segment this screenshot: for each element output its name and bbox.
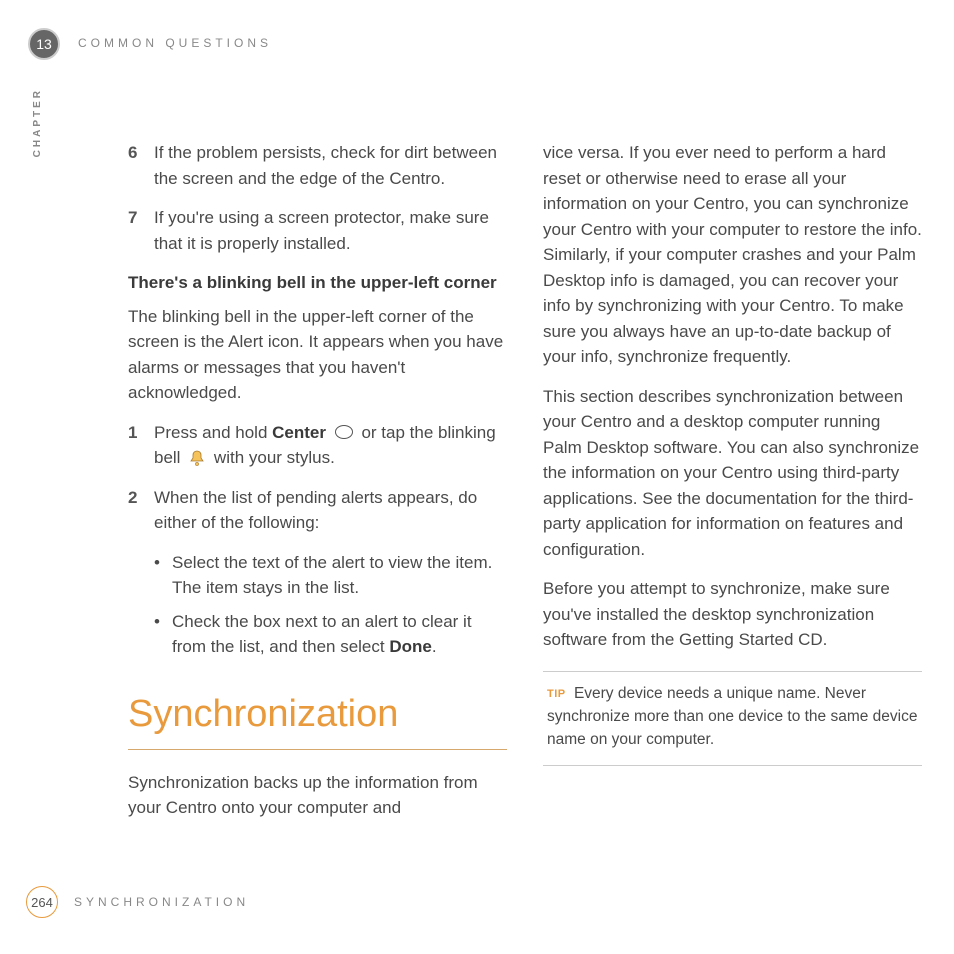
- tip-label: TIP: [547, 688, 566, 700]
- step-number: 2: [128, 485, 154, 536]
- tip-text: Every device needs a unique name. Never …: [547, 685, 918, 749]
- numbered-step-2: 2 When the list of pending alerts appear…: [128, 485, 507, 536]
- subheading-blinking-bell: There's a blinking bell in the upper-lef…: [128, 270, 507, 296]
- step-text: If you're using a screen protector, make…: [154, 205, 507, 256]
- text-fragment: Press and hold: [154, 423, 272, 442]
- paragraph: Synchronization backs up the information…: [128, 770, 507, 821]
- paragraph: vice versa. If you ever need to perform …: [543, 140, 922, 370]
- header-chapter-title: COMMON QUESTIONS: [78, 36, 272, 50]
- bold-done: Done: [389, 637, 432, 656]
- chapter-number-badge: 13: [28, 28, 60, 60]
- step-text: Press and hold Center or tap the blinkin…: [154, 420, 507, 471]
- page-number: 264: [31, 895, 53, 910]
- text-fragment: with your stylus.: [209, 448, 335, 467]
- page-footer: 264 SYNCHRONIZATION: [26, 886, 249, 918]
- footer-section-label: SYNCHRONIZATION: [74, 895, 249, 909]
- numbered-step-6: 6 If the problem persists, check for dir…: [128, 140, 507, 191]
- bullet-item: • Check the box next to an alert to clea…: [154, 609, 507, 660]
- section-title-synchronization: Synchronization: [128, 686, 507, 743]
- bullet-dot: •: [154, 550, 172, 601]
- step-number: 7: [128, 205, 154, 256]
- bullet-list: • Select the text of the alert to view t…: [154, 550, 507, 660]
- bullet-text: Check the box next to an alert to clear …: [172, 609, 507, 660]
- page-content: 6 If the problem persists, check for dir…: [128, 140, 922, 850]
- section-rule: [128, 749, 507, 750]
- tip-callout: TIP Every device needs a unique name. Ne…: [543, 671, 922, 767]
- paragraph: This section describes synchronization b…: [543, 384, 922, 563]
- text-fragment: .: [432, 637, 437, 656]
- page-number-badge: 264: [26, 886, 58, 918]
- center-button-icon: [335, 425, 353, 439]
- step-text: When the list of pending alerts appears,…: [154, 485, 507, 536]
- numbered-step-7: 7 If you're using a screen protector, ma…: [128, 205, 507, 256]
- side-chapter-label: CHAPTER: [32, 88, 43, 157]
- bold-center: Center: [272, 423, 326, 442]
- bullet-dot: •: [154, 609, 172, 660]
- paragraph: Before you attempt to synchronize, make …: [543, 576, 922, 653]
- section-header-block: Synchronization: [128, 686, 507, 750]
- bell-icon: [187, 449, 207, 467]
- step-text: If the problem persists, check for dirt …: [154, 140, 507, 191]
- step-number: 6: [128, 140, 154, 191]
- numbered-step-1: 1 Press and hold Center or tap the blink…: [128, 420, 507, 471]
- step-number: 1: [128, 420, 154, 471]
- bullet-text: Select the text of the alert to view the…: [172, 550, 507, 601]
- paragraph: The blinking bell in the upper-left corn…: [128, 304, 507, 406]
- chapter-number: 13: [36, 36, 52, 52]
- bullet-item: • Select the text of the alert to view t…: [154, 550, 507, 601]
